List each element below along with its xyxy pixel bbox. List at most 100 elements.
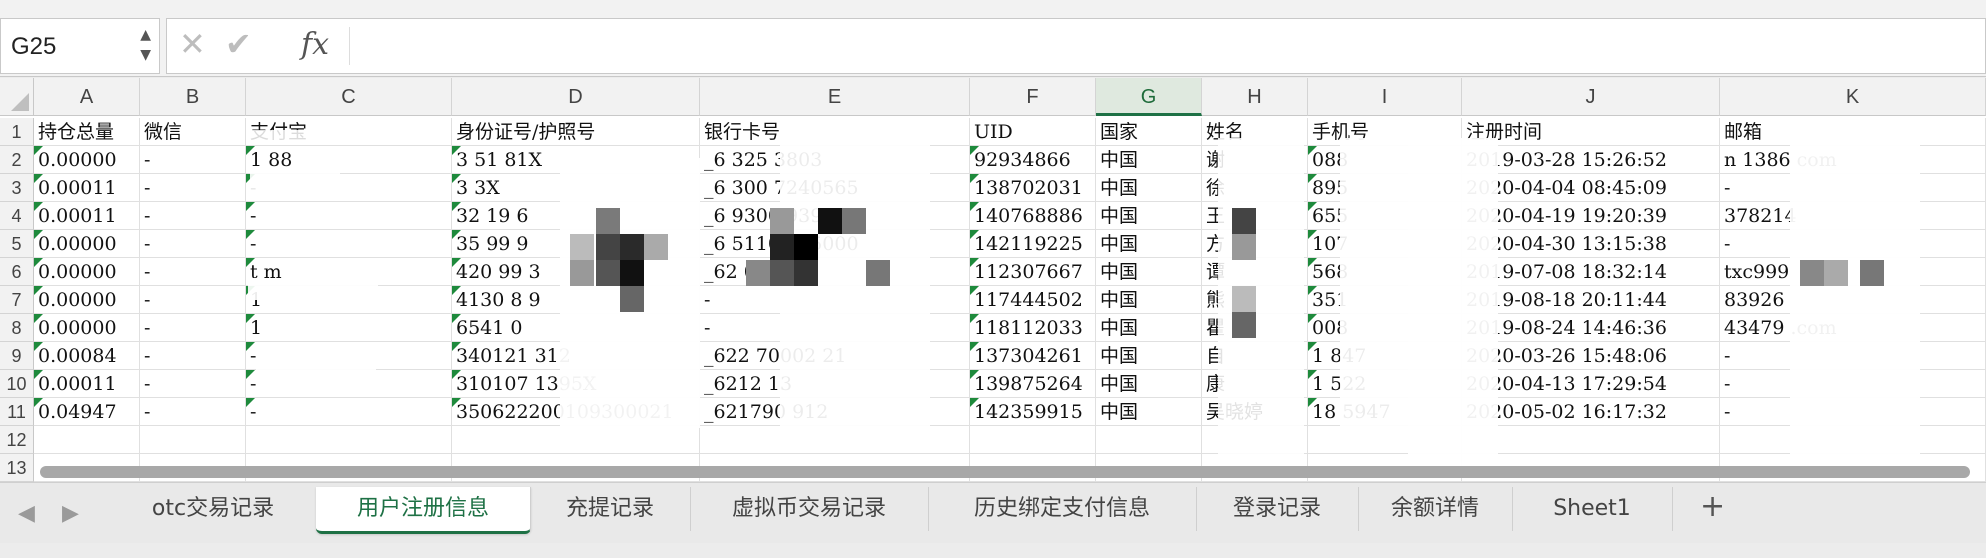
column-title-cell[interactable]: 身份证号/护照号 xyxy=(452,118,700,146)
table-cell[interactable]: 2020-04-30 13:15:38 xyxy=(1462,230,1720,258)
row-header-10[interactable]: 10 xyxy=(0,370,34,398)
table-cell[interactable]: 2019-08-18 20:11:44 xyxy=(1462,286,1720,314)
column-header-c[interactable]: C xyxy=(246,78,452,116)
chevron-down-icon[interactable]: ▼ xyxy=(140,45,151,65)
table-cell[interactable]: 中国 xyxy=(1096,314,1202,342)
confirm-icon[interactable]: ✔ xyxy=(225,25,252,63)
table-cell[interactable]: 2020-05-02 16:17:32 xyxy=(1462,398,1720,426)
column-header-f[interactable]: F xyxy=(970,78,1096,116)
table-cell[interactable]: 中国 xyxy=(1096,202,1202,230)
horizontal-scrollbar[interactable] xyxy=(40,466,1970,478)
table-cell[interactable]: - xyxy=(140,174,246,202)
table-cell[interactable]: - xyxy=(140,398,246,426)
table-cell[interactable]: 142119225 xyxy=(970,230,1096,258)
table-cell[interactable]: 中国 xyxy=(1096,258,1202,286)
table-cell[interactable]: 0.00000 xyxy=(34,146,140,174)
table-cell[interactable]: 中国 xyxy=(1096,286,1202,314)
column-header-k[interactable]: K xyxy=(1720,78,1986,116)
column-header-b[interactable]: B xyxy=(140,78,246,116)
row-header-6[interactable]: 6 xyxy=(0,258,34,286)
table-cell[interactable]: 中国 xyxy=(1096,230,1202,258)
table-cell[interactable]: 0.00000 xyxy=(34,258,140,286)
sheet-tab[interactable]: 余额详情 xyxy=(1358,487,1513,531)
table-cell[interactable]: - xyxy=(140,202,246,230)
table-cell[interactable]: 中国 xyxy=(1096,342,1202,370)
column-header-g[interactable]: G xyxy=(1096,78,1202,116)
row-header-13[interactable]: 13 xyxy=(0,454,34,482)
table-cell[interactable]: 0.00000 xyxy=(34,286,140,314)
table-cell[interactable]: 92934866 xyxy=(970,146,1096,174)
insert-function-icon[interactable]: fx xyxy=(301,27,329,62)
table-cell[interactable]: 117444502 xyxy=(970,286,1096,314)
row-header-2[interactable]: 2 xyxy=(0,146,34,174)
table-cell[interactable]: 140768886 xyxy=(970,202,1096,230)
column-title-cell[interactable]: 持仓总量 xyxy=(34,118,140,146)
table-cell[interactable]: 2020-04-19 19:20:39 xyxy=(1462,202,1720,230)
sheet-tab[interactable]: otc交易记录 xyxy=(110,487,317,531)
table-cell[interactable]: 2019-03-28 15:26:52 xyxy=(1462,146,1720,174)
column-title-cell[interactable]: UID xyxy=(970,118,1096,146)
cancel-icon[interactable]: ✕ xyxy=(179,25,206,63)
table-cell[interactable]: 139875264 xyxy=(970,370,1096,398)
table-cell[interactable]: 137304261 xyxy=(970,342,1096,370)
table-cell[interactable]: - xyxy=(140,314,246,342)
column-header-h[interactable]: H xyxy=(1202,78,1308,116)
table-cell[interactable]: - xyxy=(246,202,452,230)
sheet-tab[interactable]: 充提记录 xyxy=(530,487,691,531)
table-cell[interactable]: 1 xyxy=(246,314,452,342)
table-cell[interactable] xyxy=(1462,426,1720,454)
sheet-tab[interactable]: Sheet1 xyxy=(1512,487,1673,531)
column-title-cell[interactable]: 微信 xyxy=(140,118,246,146)
table-cell[interactable]: 0.04947 xyxy=(34,398,140,426)
add-sheet-button[interactable]: + xyxy=(1700,489,1725,524)
name-box-value[interactable]: G25 xyxy=(11,33,56,61)
table-cell[interactable]: 2019-08-24 14:46:36 xyxy=(1462,314,1720,342)
table-cell[interactable]: - xyxy=(140,286,246,314)
sheet-tab[interactable]: 历史绑定支付信息 xyxy=(928,487,1197,531)
column-header-a[interactable]: A xyxy=(34,78,140,116)
row-header-3[interactable]: 3 xyxy=(0,174,34,202)
row-header-5[interactable]: 5 xyxy=(0,230,34,258)
table-cell[interactable] xyxy=(1096,426,1202,454)
row-header-9[interactable]: 9 xyxy=(0,342,34,370)
table-cell[interactable]: 142359915 xyxy=(970,398,1096,426)
row-header-7[interactable]: 7 xyxy=(0,286,34,314)
name-box-stepper[interactable]: ▲ ▼ xyxy=(140,25,151,65)
table-cell[interactable]: 2020-04-04 08:45:09 xyxy=(1462,174,1720,202)
table-cell[interactable]: 0.00011 xyxy=(34,370,140,398)
table-cell[interactable]: - xyxy=(140,146,246,174)
table-cell[interactable]: 112307667 xyxy=(970,258,1096,286)
column-header-i[interactable]: I xyxy=(1308,78,1462,116)
row-header-1[interactable]: 1 xyxy=(0,118,34,146)
table-cell[interactable]: 138702031 xyxy=(970,174,1096,202)
table-cell[interactable] xyxy=(452,426,700,454)
table-cell[interactable]: 0.00000 xyxy=(34,314,140,342)
table-cell[interactable]: - xyxy=(140,230,246,258)
table-cell[interactable]: 0.00011 xyxy=(34,202,140,230)
table-cell[interactable] xyxy=(34,426,140,454)
table-cell[interactable]: 中国 xyxy=(1096,174,1202,202)
table-cell[interactable]: 2019-07-08 18:32:14 xyxy=(1462,258,1720,286)
select-all-icon[interactable] xyxy=(11,93,29,111)
table-cell[interactable]: 0.00084 xyxy=(34,342,140,370)
table-cell[interactable]: 中国 xyxy=(1096,146,1202,174)
table-cell[interactable]: - xyxy=(140,258,246,286)
table-cell[interactable] xyxy=(970,426,1096,454)
table-cell[interactable]: - xyxy=(140,370,246,398)
table-cell[interactable] xyxy=(140,426,246,454)
column-title-cell[interactable]: 国家 xyxy=(1096,118,1202,146)
sheet-tab[interactable]: 登录记录 xyxy=(1196,487,1359,531)
table-cell[interactable]: 2020-03-26 15:48:06 xyxy=(1462,342,1720,370)
prev-sheet-icon[interactable]: ◀ xyxy=(18,501,35,526)
table-cell[interactable]: - xyxy=(246,398,452,426)
chevron-up-icon[interactable]: ▲ xyxy=(140,25,151,45)
row-header-12[interactable]: 12 xyxy=(0,426,34,454)
table-cell[interactable]: 中国 xyxy=(1096,370,1202,398)
table-cell[interactable]: 0.00000 xyxy=(34,230,140,258)
column-header-e[interactable]: E xyxy=(700,78,970,116)
formula-input-area[interactable]: ✕ ✔ fx xyxy=(166,18,1986,74)
table-cell[interactable]: 0.00011 xyxy=(34,174,140,202)
table-cell[interactable]: - xyxy=(140,342,246,370)
table-cell[interactable]: 2020-04-13 17:29:54 xyxy=(1462,370,1720,398)
table-cell[interactable]: - xyxy=(246,230,452,258)
